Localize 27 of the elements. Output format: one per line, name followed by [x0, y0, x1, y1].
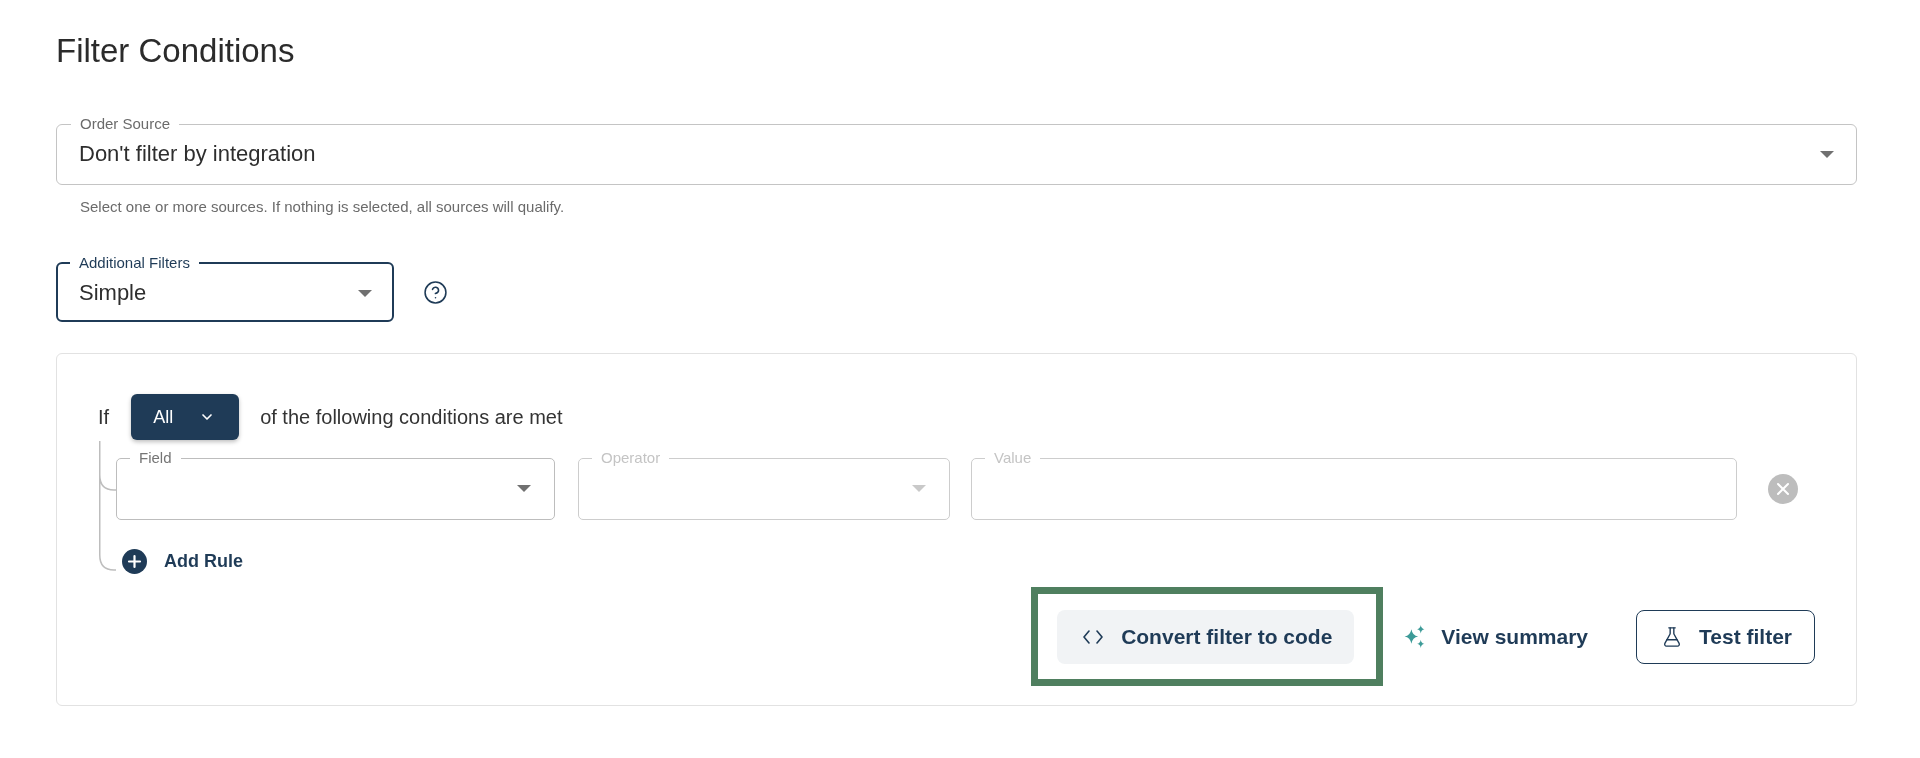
caret-icon: [1820, 150, 1834, 158]
field-label: Order Source: [79, 115, 172, 133]
test-filter-button[interactable]: Test filter: [1636, 609, 1815, 664]
condition-suffix: of the following conditions are met: [260, 405, 563, 430]
condition-prefix: If: [98, 405, 110, 430]
match-dropdown-button[interactable]: All: [131, 394, 240, 440]
field-label: Operator: [600, 449, 662, 467]
caret-icon: [517, 485, 531, 492]
add-rule-button[interactable]: Add Rule: [122, 549, 243, 574]
code-icon: [1083, 630, 1104, 644]
convert-code-button[interactable]: Convert filter to code: [1057, 610, 1355, 664]
caret-icon: [358, 289, 372, 297]
field-label: Value: [993, 449, 1033, 467]
selected-value: Don't filter by integration: [79, 140, 316, 168]
field-label: Field: [138, 449, 173, 467]
select-field[interactable]: Order Source Don't filter by integration: [56, 115, 1857, 185]
selected-value: Simple: [79, 279, 147, 307]
select-field[interactable]: Field: [116, 449, 555, 520]
helper-text: Select one or more sources. If nothing is selected, all sources will qualify.: [79, 197, 566, 217]
caret-icon: [912, 485, 926, 492]
close-icon: [1768, 474, 1798, 504]
select-field[interactable]: Additional Filters Simple: [56, 254, 394, 322]
view-summary-button[interactable]: View summary: [1402, 609, 1589, 664]
plus-icon: [122, 549, 147, 574]
section-title: Filter Conditions: [56, 31, 296, 71]
field-label: Additional Filters: [78, 254, 191, 272]
help-icon[interactable]: [423, 280, 448, 305]
